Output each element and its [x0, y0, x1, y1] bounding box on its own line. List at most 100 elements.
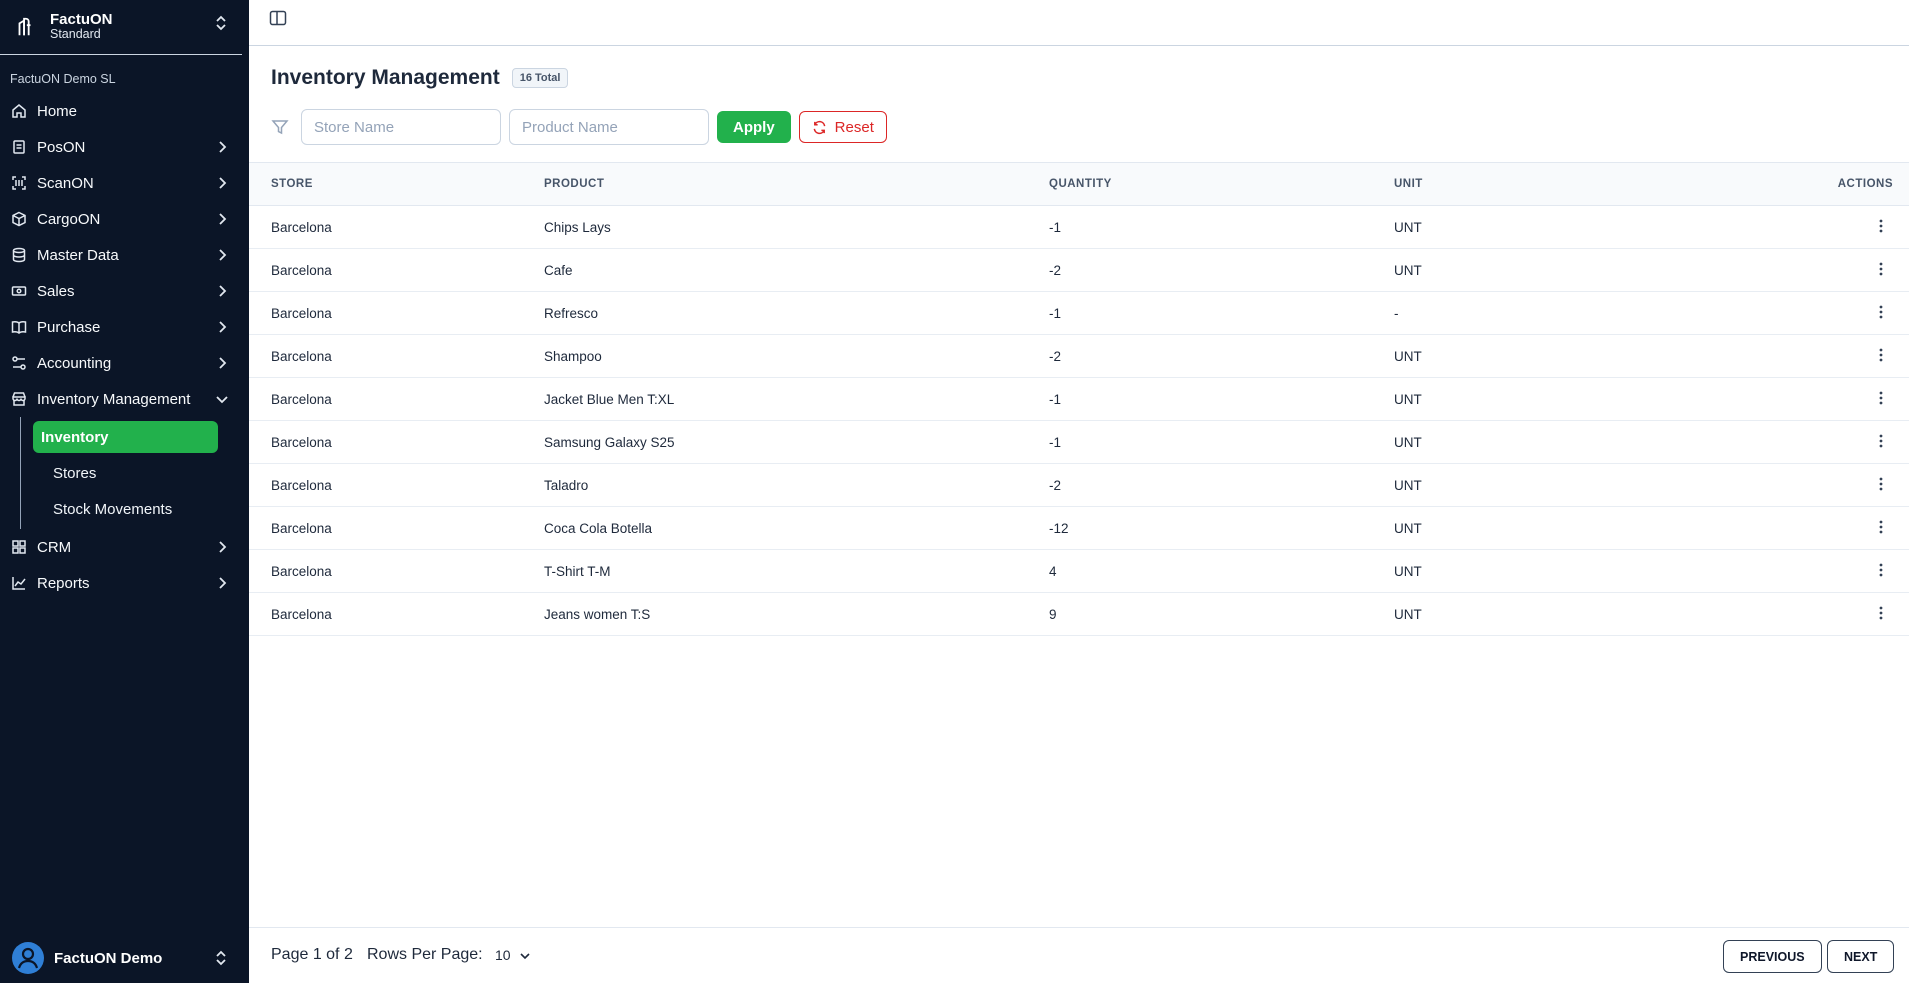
sidebar-subitem-stock-movements[interactable]: Stock Movements	[33, 491, 249, 527]
more-vertical-icon[interactable]	[1879, 477, 1883, 491]
book-icon	[11, 319, 27, 335]
more-vertical-icon[interactable]	[1879, 391, 1883, 405]
rows-per-page-select[interactable]: 10	[495, 947, 531, 963]
table-row[interactable]: Barcelona T-Shirt T-M 4 UNT	[249, 550, 1909, 593]
cell-unit: UNT	[1394, 606, 1422, 622]
brand-logo-icon	[12, 14, 38, 40]
refresh-icon	[812, 120, 827, 135]
sidebar-item-poson[interactable]: PosON	[0, 129, 249, 165]
more-vertical-icon[interactable]	[1879, 434, 1883, 448]
cell-store: Barcelona	[271, 305, 332, 321]
cell-store: Barcelona	[271, 348, 332, 364]
next-page-button[interactable]: NEXT	[1827, 940, 1895, 973]
table-row[interactable]: Barcelona Jeans women T:S 9 UNT	[249, 593, 1909, 636]
previous-page-button[interactable]: PREVIOUS	[1723, 940, 1822, 973]
cell-unit: UNT	[1394, 262, 1422, 278]
table-row[interactable]: Barcelona Samsung Galaxy S25 -1 UNT	[249, 421, 1909, 464]
topbar	[249, 0, 1909, 46]
sidebar-item-label: Reports	[37, 574, 90, 592]
more-vertical-icon[interactable]	[1879, 219, 1883, 233]
cell-quantity: -2	[1049, 348, 1062, 364]
table-row[interactable]: Barcelona Taladro -2 UNT	[249, 464, 1909, 507]
more-vertical-icon[interactable]	[1879, 563, 1883, 577]
sidebar-nav: Home PosON ScanON CargoON Master Data Sa…	[0, 93, 249, 601]
cell-quantity: -2	[1049, 477, 1062, 493]
sidebar-item-home[interactable]: Home	[0, 93, 249, 129]
brand-plan: Standard	[50, 27, 101, 41]
reset-button[interactable]: Reset	[798, 111, 887, 143]
sliders-icon	[11, 355, 27, 371]
user-menu[interactable]: FactuON Demo	[12, 941, 238, 975]
sidebar-toggle-icon[interactable]	[269, 9, 287, 27]
banknote-icon	[11, 283, 27, 299]
chevrons-up-down-icon	[214, 14, 228, 32]
sidebar-item-label: Home	[37, 102, 78, 120]
sidebar-item-scanon[interactable]: ScanON	[0, 165, 249, 201]
store-name-input[interactable]	[301, 109, 501, 145]
cell-store: Barcelona	[271, 391, 332, 407]
column-header-product[interactable]: PRODUCT	[544, 163, 1049, 206]
pagination-bar: Page 1 of 2 Rows Per Page: 10 PREVIOUS N…	[249, 927, 1909, 983]
more-vertical-icon[interactable]	[1879, 305, 1883, 319]
sidebar-item-master-data[interactable]: Master Data	[0, 237, 249, 273]
chevron-right-icon	[215, 356, 229, 370]
sidebar-subitem-inventory[interactable]: Inventory	[33, 421, 218, 453]
sidebar-item-label: CargoON	[37, 210, 101, 228]
workspace-switcher[interactable]: FactuON Standard	[0, 0, 242, 55]
user-name: FactuON Demo	[54, 949, 163, 967]
chevron-right-icon	[215, 140, 229, 154]
product-name-input[interactable]	[509, 109, 709, 145]
sidebar-item-crm[interactable]: CRM	[0, 529, 249, 565]
column-header-quantity[interactable]: QUANTITY	[1049, 163, 1394, 206]
page-info: Page 1 of 2	[271, 946, 353, 963]
chevron-down-icon	[215, 392, 229, 406]
table-row[interactable]: Barcelona Refresco -1 -	[249, 292, 1909, 335]
chevrons-up-down-icon	[214, 949, 228, 967]
sidebar-item-label: Sales	[37, 282, 75, 300]
chevron-right-icon	[215, 540, 229, 554]
chevron-right-icon	[215, 284, 229, 298]
cell-store: Barcelona	[271, 520, 332, 536]
chevron-right-icon	[215, 320, 229, 334]
cell-quantity: -1	[1049, 305, 1062, 321]
more-vertical-icon[interactable]	[1879, 348, 1883, 362]
table-row[interactable]: Barcelona Jacket Blue Men T:XL -1 UNT	[249, 378, 1909, 421]
sidebar-item-cargoon[interactable]: CargoON	[0, 201, 249, 237]
sidebar-item-sales[interactable]: Sales	[0, 273, 249, 309]
more-vertical-icon[interactable]	[1879, 520, 1883, 534]
cell-product: Jacket Blue Men T:XL	[544, 391, 675, 407]
table-row[interactable]: Barcelona Chips Lays -1 UNT	[249, 206, 1909, 249]
chevron-right-icon	[215, 248, 229, 262]
table-row[interactable]: Barcelona Coca Cola Botella -12 UNT	[249, 507, 1909, 550]
title-row: Inventory Management 16 Total	[271, 66, 569, 90]
column-header-unit[interactable]: UNIT	[1394, 163, 1644, 206]
table-row[interactable]: Barcelona Shampoo -2 UNT	[249, 335, 1909, 378]
sidebar-item-accounting[interactable]: Accounting	[0, 345, 249, 381]
sidebar-item-inventory-management[interactable]: Inventory Management	[0, 381, 249, 417]
chevron-right-icon	[215, 176, 229, 190]
table-row[interactable]: Barcelona Cafe -2 UNT	[249, 249, 1909, 292]
page-title: Inventory Management	[271, 66, 500, 89]
avatar	[12, 942, 44, 974]
sidebar-item-label: Master Data	[37, 246, 119, 264]
more-vertical-icon[interactable]	[1879, 262, 1883, 276]
sidebar-item-purchase[interactable]: Purchase	[0, 309, 249, 345]
barcode-scan-icon	[11, 175, 27, 191]
cell-product: Coca Cola Botella	[544, 520, 653, 536]
table-header-row: STORE PRODUCT QUANTITY UNIT ACTIONS	[249, 162, 1909, 206]
column-header-store[interactable]: STORE	[249, 163, 544, 206]
sidebar-item-label: PosON	[37, 138, 86, 156]
cell-product: Jeans women T:S	[544, 606, 651, 622]
cell-unit: UNT	[1394, 477, 1422, 493]
more-vertical-icon[interactable]	[1879, 606, 1883, 620]
filter-bar: Apply Reset	[271, 109, 887, 145]
sidebar-item-label: Accounting	[37, 354, 112, 372]
sidebar-item-reports[interactable]: Reports	[0, 565, 249, 601]
inventory-table: STORE PRODUCT QUANTITY UNIT ACTIONS Barc…	[249, 162, 1909, 636]
apply-button[interactable]: Apply	[717, 111, 791, 143]
cell-product: Chips Lays	[544, 219, 611, 235]
receipt-icon	[11, 139, 27, 155]
rows-per-page-label: Rows Per Page:	[367, 946, 483, 963]
sidebar-item-label: Inventory Management	[37, 390, 191, 408]
sidebar-subitem-stores[interactable]: Stores	[33, 455, 249, 491]
